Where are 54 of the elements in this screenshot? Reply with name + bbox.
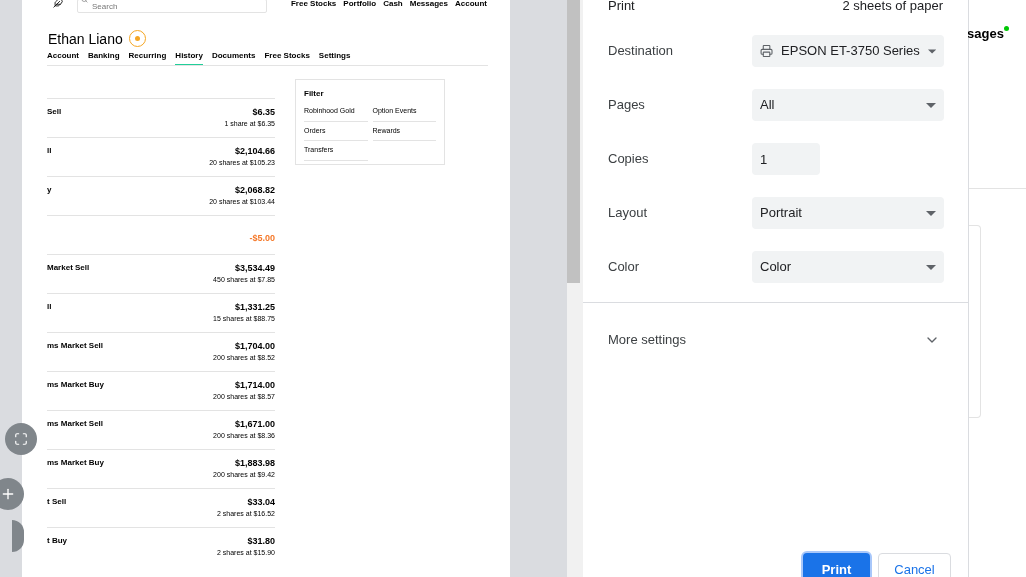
setting-select[interactable]: All (752, 89, 944, 121)
dropdown-caret-icon (926, 264, 936, 270)
amount-text: $6.35 (252, 107, 275, 118)
zoom-out-button[interactable] (12, 520, 24, 552)
fit-icon (14, 432, 28, 446)
zoom-in-button[interactable] (0, 478, 24, 510)
profile-tab[interactable]: Documents (211, 49, 256, 65)
printer-icon (760, 43, 774, 59)
amount-text: $1,714.00 (234, 380, 275, 391)
dropdown-caret-icon (926, 102, 936, 108)
profile-tab[interactable]: Recurring (128, 49, 167, 65)
nav-link[interactable]: Cash (383, 0, 403, 10)
amount-text: $33.04 (247, 497, 275, 508)
cut-off-nav-link[interactable]: sages (967, 24, 1004, 44)
amount-text: $1,671.00 (234, 419, 275, 430)
setting-select[interactable]: Portrait (752, 197, 944, 229)
plus-icon (0, 486, 16, 502)
profile-tab[interactable]: Free Stocks (264, 49, 310, 65)
amount-text: -$5.00 (249, 233, 275, 244)
setting-label: Copies (608, 150, 650, 169)
setting-label: Pages (608, 96, 646, 115)
nav-link[interactable]: Portfolio (343, 0, 377, 10)
dropdown-caret-icon (926, 210, 936, 216)
dropdown-caret-icon (927, 48, 936, 54)
setting-label: Color (608, 258, 641, 277)
print-button[interactable]: Print (803, 553, 870, 577)
filter-title: Filter (304, 88, 325, 100)
search-field[interactable]: Search (77, 0, 267, 13)
amount-text: $1,331.25 (234, 302, 275, 313)
dialog-title: Print (608, 0, 635, 12)
profile-tab[interactable]: Settings (318, 49, 351, 65)
nav-link[interactable]: Messages (409, 0, 448, 10)
setting-label: Destination (608, 42, 675, 61)
fit-to-page-button[interactable] (5, 423, 37, 455)
amount-text: $3,534.49 (234, 263, 275, 274)
copies-field[interactable]: 1 (752, 143, 820, 175)
amount-text: $31.80 (247, 536, 275, 547)
more-settings-toggle[interactable]: More settings (583, 303, 968, 377)
feather-logo-icon (53, 0, 63, 8)
profile-tab[interactable]: Banking (88, 49, 120, 65)
setting-select[interactable]: Color (752, 251, 944, 283)
nav-link[interactable]: Free Stocks (290, 0, 337, 10)
user-name: Ethan Liano (48, 30, 123, 47)
amount-text: $1,704.00 (234, 341, 275, 352)
amount-text: $2,104.66 (234, 146, 275, 157)
amount-text: $1,883.98 (234, 458, 275, 469)
nav-link[interactable]: Account (455, 0, 487, 10)
setting-label: Layout (608, 204, 649, 223)
profile-tab[interactable]: Account (47, 49, 79, 65)
cancel-button[interactable]: Cancel (878, 553, 951, 577)
profile-tab[interactable]: History (175, 49, 203, 65)
amount-text: $2,068.82 (234, 185, 275, 196)
sheet-count: 2 sheets of paper (842, 0, 943, 12)
setting-select[interactable]: EPSON ET-3750 Series (752, 35, 944, 67)
